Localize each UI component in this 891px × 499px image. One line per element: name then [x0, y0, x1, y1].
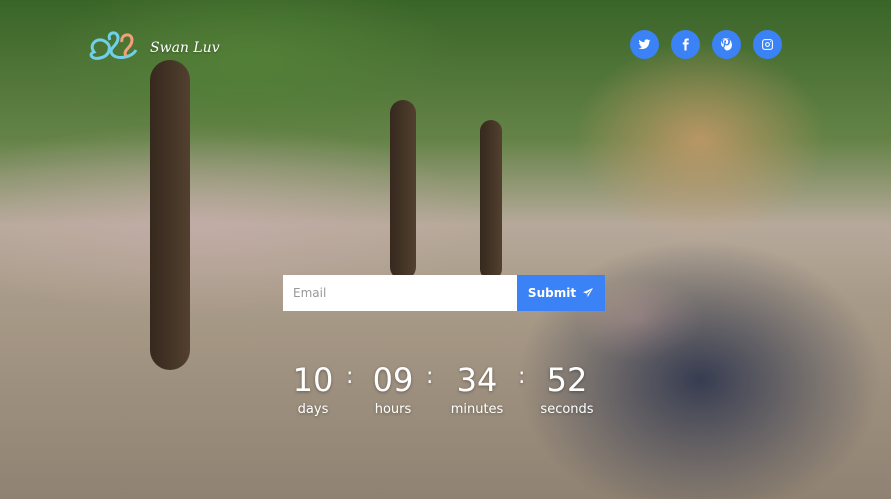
email-input[interactable] [283, 275, 517, 311]
submit-label: Submit [527, 286, 577, 300]
hours-value: 09 [372, 361, 414, 399]
facebook-icon [682, 38, 689, 51]
countdown-separator: : [518, 364, 526, 389]
seconds-label: seconds [540, 402, 594, 417]
countdown-separator: : [346, 364, 354, 389]
brand-logo[interactable]: Swan Luv [86, 30, 220, 66]
countdown-minutes: 34 minutes [445, 360, 509, 418]
countdown-days: 10 days [283, 360, 343, 418]
facebook-button[interactable] [671, 30, 700, 59]
twitter-icon [638, 39, 651, 50]
social-links [630, 30, 782, 59]
instagram-button[interactable] [753, 30, 782, 59]
seconds-value: 52 [546, 361, 588, 399]
paper-plane-icon [583, 288, 594, 297]
subscribe-form: Submit [283, 275, 605, 311]
hours-label: hours [374, 402, 412, 417]
minutes-value: 34 [456, 361, 498, 399]
pinterest-button[interactable] [712, 30, 741, 59]
instagram-icon [762, 39, 773, 50]
submit-button[interactable]: Submit [517, 275, 605, 311]
minutes-label: minutes [450, 402, 504, 417]
pinterest-icon [721, 38, 732, 51]
twitter-button[interactable] [630, 30, 659, 59]
days-label: days [297, 402, 329, 417]
countdown-hours: 09 hours [363, 360, 423, 418]
countdown-seconds: 52 seconds [535, 360, 599, 418]
countdown-separator: : [426, 364, 434, 389]
swan-logo-icon [89, 31, 138, 60]
brand-name: Swan Luv [150, 40, 220, 56]
countdown-timer: 10 days : 09 hours : 34 minutes : 52 sec… [283, 360, 613, 430]
days-value: 10 [292, 361, 334, 399]
